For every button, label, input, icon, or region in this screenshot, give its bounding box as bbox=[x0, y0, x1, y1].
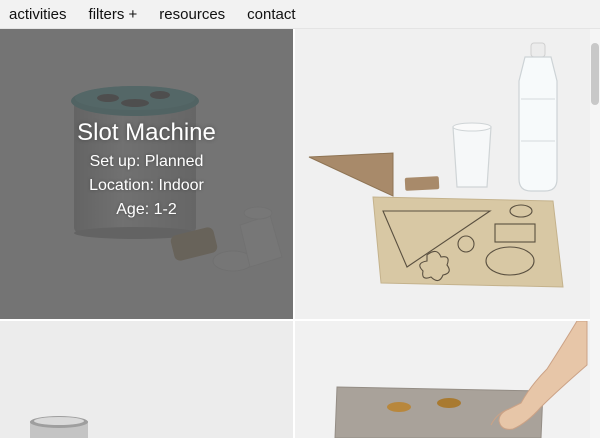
scrollbar-thumb[interactable] bbox=[591, 43, 599, 105]
activity-card-4[interactable] bbox=[295, 321, 590, 438]
activity-card-shapes[interactable] bbox=[295, 29, 590, 319]
activity-grid: Slot Machine Set up: Planned Location: I… bbox=[0, 29, 590, 438]
activity-age: Age: 1-2 bbox=[116, 201, 177, 218]
nav-filters[interactable]: filters + bbox=[89, 6, 138, 23]
activity-photo-4 bbox=[334, 321, 588, 438]
nav-resources[interactable]: resources bbox=[159, 6, 225, 23]
top-nav: activities filters + resources contact bbox=[0, 0, 600, 29]
activity-title: Slot Machine bbox=[77, 119, 216, 146]
activity-setup: Set up: Planned bbox=[89, 153, 204, 170]
nav-activities[interactable]: activities bbox=[9, 6, 67, 23]
activity-location: Location: Indoor bbox=[89, 177, 204, 194]
activity-overlay: Slot Machine Set up: Planned Location: I… bbox=[0, 29, 293, 319]
activity-card-slot-machine[interactable]: Slot Machine Set up: Planned Location: I… bbox=[0, 29, 293, 319]
nav-contact[interactable]: contact bbox=[247, 6, 295, 23]
activity-card-3[interactable] bbox=[0, 321, 293, 438]
activity-photo-3 bbox=[30, 416, 88, 438]
scrollbar[interactable] bbox=[590, 29, 600, 438]
shapes-activity-photo bbox=[308, 42, 564, 288]
